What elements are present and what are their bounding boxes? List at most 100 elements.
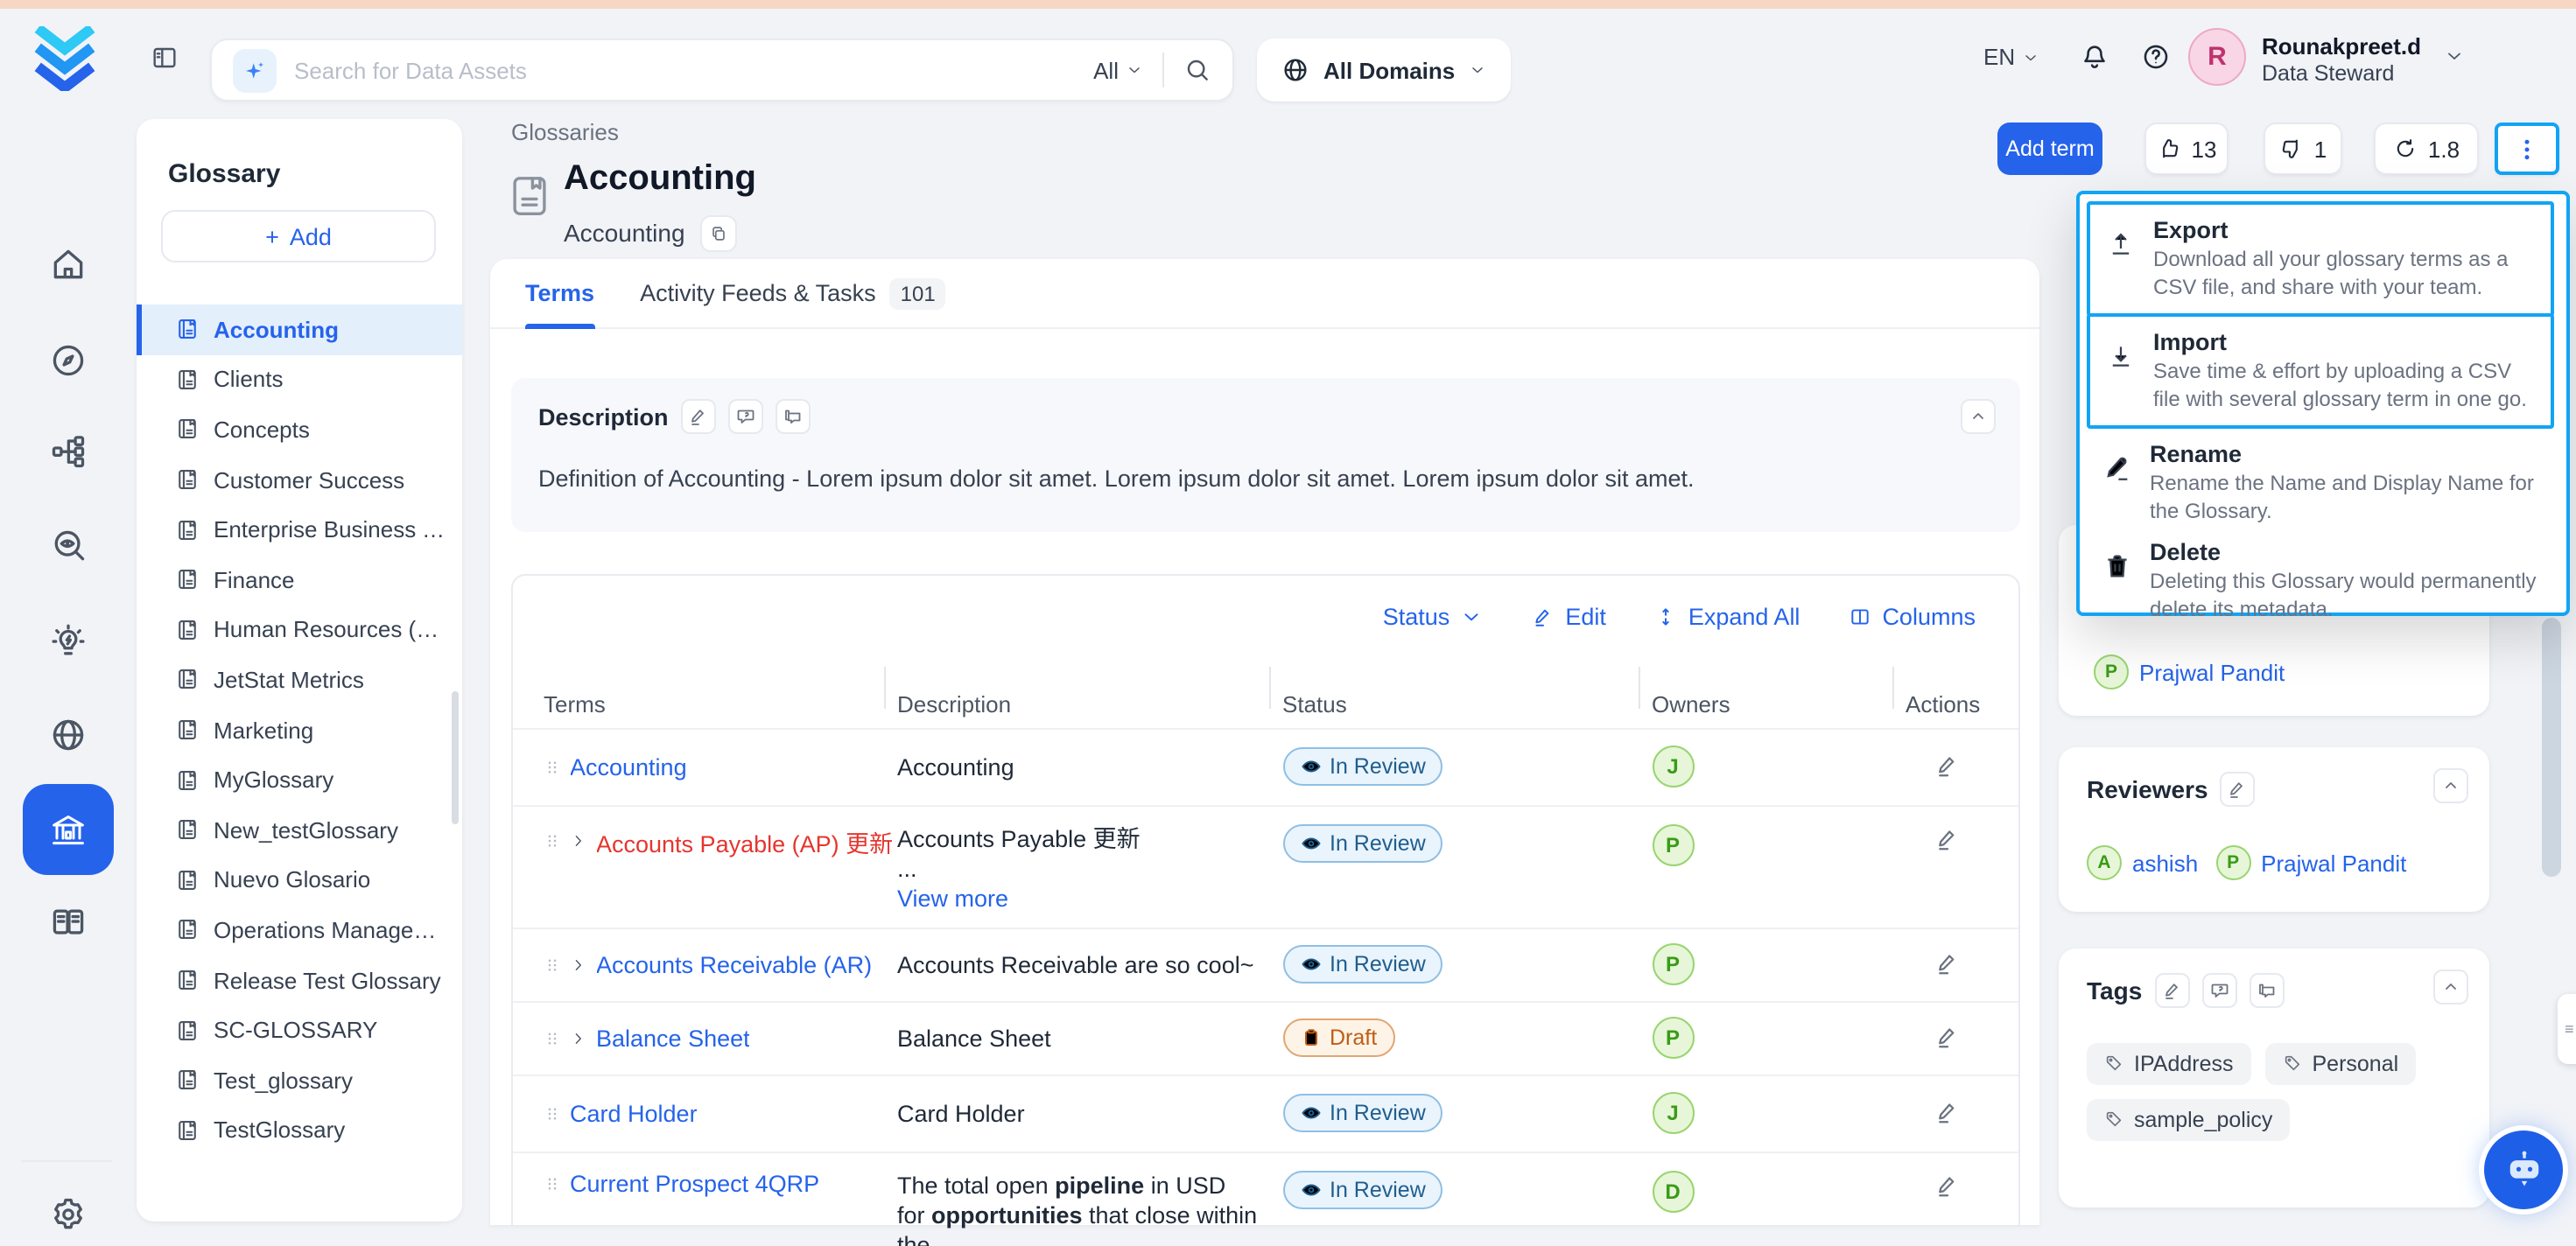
edit-tags-button[interactable] — [2154, 972, 2189, 1007]
search-scope-dropdown[interactable]: All — [1093, 57, 1143, 83]
tab-activity-feeds-tasks[interactable]: Activity Feeds & Tasks 101 — [640, 258, 946, 328]
glossary-item-4[interactable]: Enterprise Business Ter... — [137, 505, 462, 555]
search-icon[interactable] — [1183, 56, 1211, 84]
comment-tags-button[interactable] — [2201, 972, 2236, 1007]
copy-name-button[interactable] — [700, 215, 737, 252]
term-link[interactable]: Current Prospect 4QRP — [570, 1170, 819, 1196]
expand-all-button[interactable]: Expand All — [1655, 603, 1800, 629]
menu-item-import[interactable]: Import Save time & effort by uploading a… — [2087, 313, 2554, 429]
tag-chip[interactable]: Personal — [2265, 1042, 2417, 1084]
rail-item-compass[interactable] — [48, 340, 87, 379]
add-glossary-button[interactable]: + Add — [161, 210, 436, 262]
docked-widget-tab[interactable]: ≡ — [2558, 994, 2576, 1064]
drag-handle-icon[interactable] — [544, 1026, 559, 1049]
glossary-item-8[interactable]: Marketing — [137, 705, 462, 755]
dislikes-button[interactable]: 1 — [2264, 122, 2342, 175]
rail-item-insights-bulb[interactable] — [48, 623, 87, 662]
edit-term-icon[interactable] — [1934, 826, 1960, 852]
column-header-terms[interactable]: Terms — [544, 680, 897, 727]
columns-button[interactable]: Columns — [1849, 603, 1976, 629]
rail-item-settings-gear[interactable] — [48, 1194, 87, 1233]
language-dropdown[interactable]: EN — [1983, 44, 2039, 70]
edit-term-icon[interactable] — [1934, 951, 1960, 977]
add-term-button[interactable]: Add term — [1997, 122, 2102, 175]
expand-row-chevron-icon[interactable] — [570, 1030, 586, 1046]
breadcrumb[interactable]: Glossaries — [511, 119, 619, 145]
owner-avatar[interactable]: J — [1652, 746, 1694, 788]
comment-button[interactable] — [728, 399, 763, 434]
term-link[interactable]: Accounts Payable (AP) 更新 — [596, 823, 893, 858]
user-avatar[interactable]: R — [2188, 28, 2246, 86]
expand-row-chevron-icon[interactable] — [570, 956, 586, 972]
person-link[interactable]: P Prajwal Pandit — [2094, 654, 2285, 690]
glossary-item-14[interactable]: SC-GLOSSARY — [137, 1005, 462, 1055]
global-search-input[interactable]: Search for Data Assets All — [210, 38, 1234, 102]
column-header-description[interactable]: Description — [897, 680, 1282, 727]
glossary-item-16[interactable]: TestGlossary — [137, 1105, 462, 1155]
owner-avatar[interactable]: P — [1652, 823, 1694, 865]
edit-term-icon[interactable] — [1934, 1172, 1960, 1199]
help-icon[interactable] — [2141, 42, 2171, 72]
edit-description-button[interactable] — [681, 399, 716, 434]
collapse-tags-button[interactable] — [2433, 969, 2468, 1004]
glossary-item-10[interactable]: New_testGlossary — [137, 805, 462, 855]
rail-item-globe[interactable] — [48, 715, 87, 753]
kebab-menu-button[interactable] — [2495, 122, 2559, 175]
drag-handle-icon[interactable] — [544, 1172, 559, 1194]
menu-item-delete[interactable]: Delete Deleting this Glossary would perm… — [2087, 527, 2554, 635]
owner-avatar[interactable]: D — [1652, 1170, 1694, 1212]
person-link[interactable]: P Prajwal Pandit — [2215, 845, 2406, 880]
glossary-item-5[interactable]: Finance — [137, 555, 462, 605]
collapse-description-button[interactable] — [1960, 399, 1995, 434]
expand-row-chevron-icon[interactable] — [570, 833, 586, 849]
edit-reviewers-button[interactable] — [2221, 772, 2256, 807]
drag-handle-icon[interactable] — [544, 755, 559, 778]
drag-handle-icon[interactable] — [544, 1102, 559, 1124]
rail-item-discover-eye[interactable] — [48, 526, 87, 564]
glossary-item-15[interactable]: Test_glossary — [137, 1055, 462, 1105]
glossary-list-scrollbar[interactable] — [452, 691, 459, 824]
collapse-reviewers-button[interactable] — [2433, 768, 2468, 803]
edit-term-icon[interactable] — [1934, 1025, 1960, 1051]
glossary-item-13[interactable]: Release Test Glossary — [137, 955, 462, 1004]
tab-terms[interactable]: Terms — [525, 258, 594, 328]
owner-avatar[interactable]: J — [1652, 1092, 1694, 1134]
likes-button[interactable]: 13 — [2144, 122, 2229, 175]
status-badge[interactable]: In Review — [1282, 747, 1443, 786]
assistant-chat-button[interactable] — [2484, 1130, 2563, 1209]
sidebar-toggle-icon[interactable] — [149, 44, 180, 72]
user-menu-chevron-icon[interactable] — [2444, 46, 2465, 66]
glossary-item-6[interactable]: Human Resources (HR) — [137, 605, 462, 654]
view-more-link[interactable]: View more — [897, 885, 1008, 911]
term-link[interactable]: Accounts Receivable (AR) — [596, 951, 872, 977]
tag-chip[interactable]: IPAddress — [2087, 1042, 2251, 1084]
owner-avatar[interactable]: P — [1652, 943, 1694, 985]
rail-item-governance-bank[interactable] — [22, 784, 113, 875]
glossary-item-7[interactable]: JetStat Metrics — [137, 654, 462, 704]
edit-term-icon[interactable] — [1934, 1100, 1960, 1126]
column-header-actions[interactable]: Actions — [1906, 680, 2018, 727]
glossary-item-11[interactable]: Nuevo Glosario — [137, 855, 462, 905]
app-logo-icon[interactable] — [33, 26, 96, 91]
person-link[interactable]: A ashish — [2087, 845, 2198, 880]
glossary-item-1[interactable]: Clients — [137, 354, 462, 404]
status-badge[interactable]: In Review — [1282, 823, 1443, 862]
glossary-item-2[interactable]: Concepts — [137, 404, 462, 454]
page-scrollbar[interactable] — [2542, 618, 2561, 877]
status-badge[interactable]: In Review — [1282, 1094, 1443, 1132]
glossary-item-3[interactable]: Customer Success — [137, 455, 462, 505]
notifications-bell-icon[interactable] — [2080, 42, 2109, 72]
term-link[interactable]: Accounting — [570, 753, 687, 780]
rail-item-glossary-book[interactable] — [48, 902, 87, 941]
status-badge[interactable]: In Review — [1282, 1170, 1443, 1208]
status-badge[interactable]: In Review — [1282, 945, 1443, 984]
column-header-status[interactable]: Status — [1282, 680, 1652, 727]
column-header-owners[interactable]: Owners — [1652, 680, 1906, 727]
status-badge[interactable]: Draft — [1282, 1018, 1394, 1057]
menu-item-rename[interactable]: Rename Rename the Name and Display Name … — [2087, 429, 2554, 537]
status-filter-dropdown[interactable]: Status — [1383, 603, 1484, 629]
menu-item-export[interactable]: Export Download all your glossary terms … — [2087, 201, 2554, 317]
drag-handle-icon[interactable] — [544, 953, 559, 976]
tag-chip[interactable]: sample_policy — [2087, 1098, 2290, 1140]
all-domains-dropdown[interactable]: All Domains — [1257, 38, 1511, 102]
